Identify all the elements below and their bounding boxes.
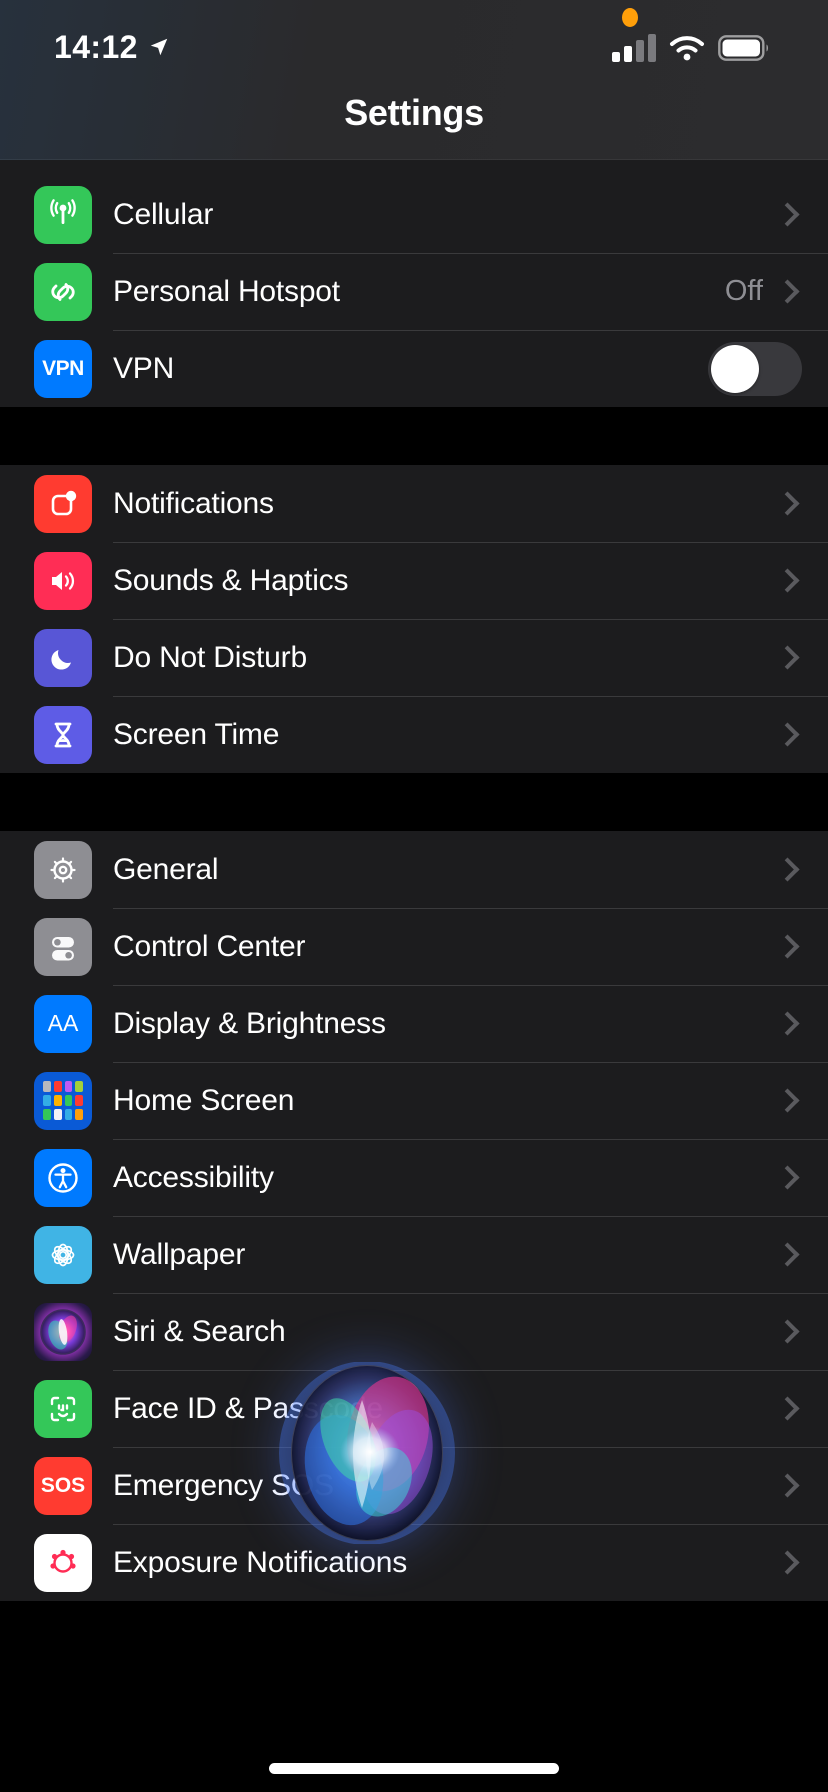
status-bar: 14:12 bbox=[0, 0, 828, 86]
toggles-icon bbox=[34, 917, 92, 976]
cellular-antenna-icon bbox=[34, 185, 92, 244]
chevron-right-icon bbox=[775, 857, 800, 882]
text-size-icon: AA bbox=[34, 994, 92, 1053]
row-label: Do Not Disturb bbox=[113, 640, 307, 674]
orange-microphone-dot bbox=[622, 8, 638, 27]
row-label: Siri & Search bbox=[113, 1314, 286, 1348]
battery-full-icon bbox=[718, 35, 768, 61]
row-personal-hotspot[interactable]: Personal Hotspot Off bbox=[0, 253, 828, 330]
status-bar-left: 14:12 bbox=[54, 29, 170, 66]
chevron-right-icon bbox=[775, 1242, 800, 1267]
settings-screen: Cellular Personal Hotspot Off VPN VPN No… bbox=[0, 0, 828, 1792]
app-grid-icon bbox=[34, 1071, 92, 1130]
row-general[interactable]: General bbox=[0, 831, 828, 908]
toggle-knob bbox=[711, 344, 759, 393]
row-notifications[interactable]: Notifications bbox=[0, 465, 828, 542]
row-vpn[interactable]: VPN VPN bbox=[0, 330, 828, 407]
row-sounds-haptics[interactable]: Sounds & Haptics bbox=[0, 542, 828, 619]
nav-header: 14:12 Settings bbox=[0, 0, 828, 160]
chevron-right-icon bbox=[775, 934, 800, 959]
chevron-right-icon bbox=[775, 1165, 800, 1190]
siri-listening-orb[interactable] bbox=[276, 1362, 458, 1544]
vpn-toggle[interactable] bbox=[708, 341, 802, 396]
vpn-icon-text: VPN bbox=[42, 356, 84, 380]
chevron-right-icon bbox=[775, 202, 800, 227]
chevron-right-icon bbox=[775, 1473, 800, 1498]
row-label: Sounds & Haptics bbox=[113, 563, 349, 597]
row-screen-time[interactable]: Screen Time bbox=[0, 696, 828, 773]
row-label: General bbox=[113, 852, 219, 886]
chevron-right-icon bbox=[775, 279, 800, 304]
vpn-icon: VPN bbox=[34, 339, 92, 398]
group-separator bbox=[0, 407, 828, 465]
row-label: Wallpaper bbox=[113, 1237, 246, 1271]
chevron-right-icon bbox=[775, 722, 800, 747]
row-label: Exposure Notifications bbox=[113, 1545, 408, 1579]
chevron-right-icon bbox=[775, 1319, 800, 1344]
moon-icon bbox=[34, 628, 92, 687]
row-label: Personal Hotspot bbox=[113, 274, 340, 308]
home-indicator-bar bbox=[269, 1763, 559, 1774]
hourglass-icon bbox=[34, 705, 92, 764]
siri-orb-icon bbox=[34, 1302, 92, 1361]
row-control-center[interactable]: Control Center bbox=[0, 908, 828, 985]
row-label: Screen Time bbox=[113, 717, 280, 751]
row-label: Control Center bbox=[113, 929, 306, 963]
row-siri-search[interactable]: Siri & Search bbox=[0, 1293, 828, 1370]
hotspot-link-icon bbox=[34, 262, 92, 321]
status-bar-right bbox=[612, 34, 770, 62]
cellular-signal-icon bbox=[612, 34, 656, 62]
row-display-brightness[interactable]: AA Display & Brightness bbox=[0, 985, 828, 1062]
chevron-right-icon bbox=[775, 1088, 800, 1113]
face-id-icon bbox=[34, 1379, 92, 1438]
gear-icon bbox=[34, 840, 92, 899]
chevron-right-icon bbox=[775, 645, 800, 670]
row-wallpaper[interactable]: Wallpaper bbox=[0, 1216, 828, 1293]
row-label: Accessibility bbox=[113, 1160, 274, 1194]
speaker-waves-icon bbox=[34, 551, 92, 610]
chevron-right-icon bbox=[775, 1396, 800, 1421]
page-title: Settings bbox=[344, 92, 484, 133]
row-label: Display & Brightness bbox=[113, 1006, 386, 1040]
display-icon-text: AA bbox=[47, 1010, 79, 1036]
accessibility-person-icon bbox=[34, 1148, 92, 1207]
chevron-right-icon bbox=[775, 568, 800, 593]
exposure-virus-icon bbox=[34, 1533, 92, 1592]
row-label: Notifications bbox=[113, 486, 274, 520]
chevron-right-icon bbox=[775, 1011, 800, 1036]
status-bar-time: 14:12 bbox=[54, 28, 138, 65]
row-home-screen[interactable]: Home Screen bbox=[0, 1062, 828, 1139]
row-cellular[interactable]: Cellular bbox=[0, 176, 828, 253]
flower-rosette-icon bbox=[34, 1225, 92, 1284]
row-accessibility[interactable]: Accessibility bbox=[0, 1139, 828, 1216]
notifications-badge-icon bbox=[34, 474, 92, 533]
settings-group-alerts: Notifications Sounds & Haptics Do Not Di… bbox=[0, 465, 828, 773]
sos-icon: SOS bbox=[34, 1456, 92, 1515]
row-value: Off bbox=[724, 275, 763, 307]
group-separator bbox=[0, 773, 828, 831]
row-label: Home Screen bbox=[113, 1083, 295, 1117]
row-label: VPN bbox=[113, 351, 175, 385]
sos-icon-text: SOS bbox=[40, 1473, 86, 1497]
wifi-icon bbox=[670, 36, 704, 61]
location-arrow-icon bbox=[150, 38, 168, 56]
chevron-right-icon bbox=[775, 491, 800, 516]
row-do-not-disturb[interactable]: Do Not Disturb bbox=[0, 619, 828, 696]
app-grid bbox=[43, 1080, 83, 1121]
row-label: Cellular bbox=[113, 197, 214, 231]
chevron-right-icon bbox=[775, 1550, 800, 1575]
settings-group-connectivity: Cellular Personal Hotspot Off VPN VPN bbox=[0, 176, 828, 407]
